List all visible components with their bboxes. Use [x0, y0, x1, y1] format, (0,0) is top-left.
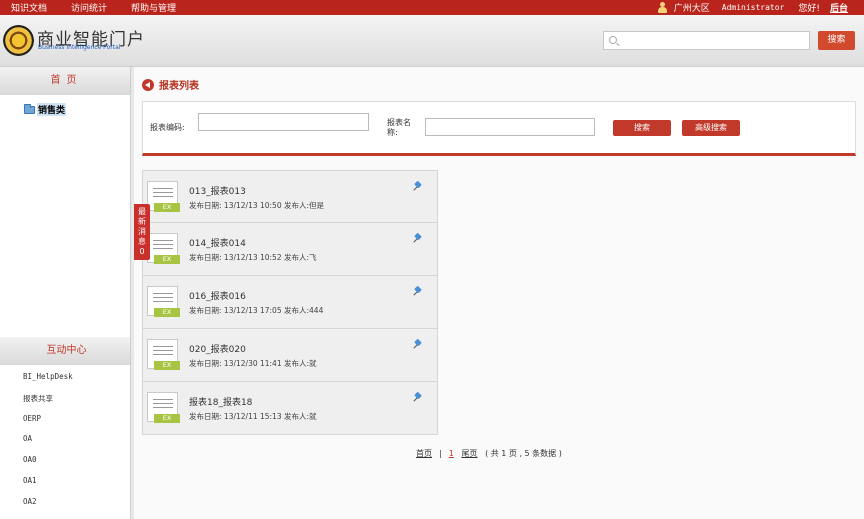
latest-news-count: 0	[139, 247, 145, 256]
global-search-input[interactable]	[603, 31, 810, 50]
sidebar: 首页 销售类 互动中心 BI_HelpDesk 报表共享 OERP OA OA0…	[0, 67, 133, 519]
backend-link[interactable]: 后台	[830, 1, 848, 14]
report-meta: 发布日期: 13/12/11 15:13 发布人:就	[189, 412, 317, 421]
excel-report-icon: EX	[147, 392, 180, 423]
report-name[interactable]: 013_报表013	[189, 184, 246, 197]
sidebar-home-header[interactable]: 首页	[0, 67, 133, 95]
back-arrow-icon	[142, 78, 154, 91]
ex-badge: EX	[154, 414, 180, 423]
sidebar-link-report-share[interactable]: 报表共享	[23, 393, 73, 414]
report-code-input[interactable]	[198, 113, 369, 131]
sidebar-interact-header[interactable]: 互动中心	[0, 337, 133, 365]
nav-visit-stats[interactable]: 访问统计	[71, 1, 107, 14]
username: Administrator	[721, 3, 785, 12]
user-area: 广州大区 Administrator 您好! 后台	[657, 1, 848, 14]
pin-icon[interactable]	[413, 234, 422, 243]
folder-icon	[24, 103, 35, 114]
report-item[interactable]: EX 016_报表016 发布日期: 13/12/13 17:05 发布人:44…	[142, 276, 438, 329]
pin-icon[interactable]	[413, 182, 422, 191]
pager-last[interactable]: 尾页	[461, 449, 477, 458]
sidebar-link-oa2[interactable]: OA2	[23, 497, 73, 518]
advanced-search-button[interactable]: 高级搜索	[682, 120, 740, 136]
app-subtitle: Business Intelligence Portal	[38, 44, 121, 51]
report-item[interactable]: EX 013_报表013 发布日期: 13/12/13 10:50 发布人:但是	[142, 170, 438, 223]
report-item[interactable]: EX 报表18_报表18 发布日期: 13/12/11 15:13 发布人:就	[142, 382, 438, 435]
report-search-panel: 报表编码: 报表名 称: 搜索 高级搜索	[142, 101, 856, 156]
header: 商业智能门户 Business Intelligence Portal 搜索	[0, 15, 864, 67]
report-meta: 发布日期: 13/12/13 10:50 发布人:但是	[189, 201, 325, 210]
report-name-input[interactable]	[425, 118, 595, 136]
ex-badge: EX	[154, 203, 180, 212]
report-code-label: 报表编码:	[150, 123, 185, 132]
pagination: 首页 | 1 尾页 ( 共 1 页 , 5 条数据 )	[416, 449, 562, 458]
global-search-button[interactable]: 搜索	[818, 31, 855, 50]
report-meta: 发布日期: 13/12/30 11:41 发布人:就	[189, 359, 317, 368]
sidebar-link-oa1[interactable]: OA1	[23, 476, 73, 497]
user-icon	[657, 1, 668, 14]
sidebar-link-oerp[interactable]: OERP	[23, 414, 73, 435]
latest-news-tab[interactable]: 最新消息 0	[134, 204, 150, 260]
excel-report-icon: EX	[147, 233, 180, 264]
region-label: 广州大区	[673, 4, 710, 14]
excel-report-icon: EX	[147, 286, 180, 317]
greeting: 您好!	[798, 4, 820, 14]
pin-icon[interactable]	[413, 393, 422, 402]
latest-news-label: 最新消息	[138, 207, 146, 246]
excel-report-icon: EX	[147, 181, 180, 212]
sidebar-link-oa[interactable]: OA	[23, 434, 73, 455]
report-search-button[interactable]: 搜索	[613, 120, 671, 136]
top-nav: 知识文档 访问统计 帮助与管理	[11, 1, 200, 14]
report-meta: 发布日期: 13/12/13 17:05 发布人:444	[189, 306, 324, 315]
interact-links: BI_HelpDesk 报表共享 OERP OA OA0 OA1 OA2	[23, 372, 73, 518]
report-meta: 发布日期: 13/12/13 10:52 发布人:飞	[189, 253, 317, 262]
report-list: EX 013_报表013 发布日期: 13/12/13 10:50 发布人:但是…	[142, 170, 438, 435]
pager-current-page[interactable]: 1	[449, 449, 454, 458]
section-title: 报表列表	[142, 77, 199, 92]
tree-item-label: 销售类	[37, 103, 67, 116]
report-name[interactable]: 报表18_报表18	[189, 395, 252, 408]
ex-badge: EX	[154, 361, 180, 370]
sidebar-link-bi-helpdesk[interactable]: BI_HelpDesk	[23, 372, 73, 393]
excel-report-icon: EX	[147, 339, 180, 370]
report-item[interactable]: EX 014_报表014 发布日期: 13/12/13 10:52 发布人:飞	[142, 223, 438, 276]
pin-icon[interactable]	[413, 287, 422, 296]
pin-icon[interactable]	[413, 340, 422, 349]
report-name[interactable]: 014_报表014	[189, 236, 246, 249]
logo-emblem-icon	[3, 25, 34, 56]
tree-item-sales[interactable]: 销售类	[24, 103, 67, 116]
nav-help-admin[interactable]: 帮助与管理	[131, 1, 176, 14]
search-icon	[609, 36, 617, 44]
sidebar-link-oa0[interactable]: OA0	[23, 455, 73, 476]
report-name-label-2: 称:	[387, 128, 398, 137]
pager-summary: ( 共 1 页 , 5 条数据 )	[485, 449, 562, 458]
pager-first[interactable]: 首页	[416, 449, 432, 458]
ex-badge: EX	[154, 255, 180, 264]
section-title-text: 报表列表	[159, 81, 199, 92]
report-item[interactable]: EX 020_报表020 发布日期: 13/12/30 11:41 发布人:就	[142, 329, 438, 382]
report-name[interactable]: 020_报表020	[189, 342, 246, 355]
nav-knowledge-docs[interactable]: 知识文档	[11, 1, 47, 14]
report-name[interactable]: 016_报表016	[189, 289, 246, 302]
ex-badge: EX	[154, 308, 180, 317]
top-nav-bar: 知识文档 访问统计 帮助与管理 广州大区 Administrator 您好! 后…	[0, 0, 864, 15]
